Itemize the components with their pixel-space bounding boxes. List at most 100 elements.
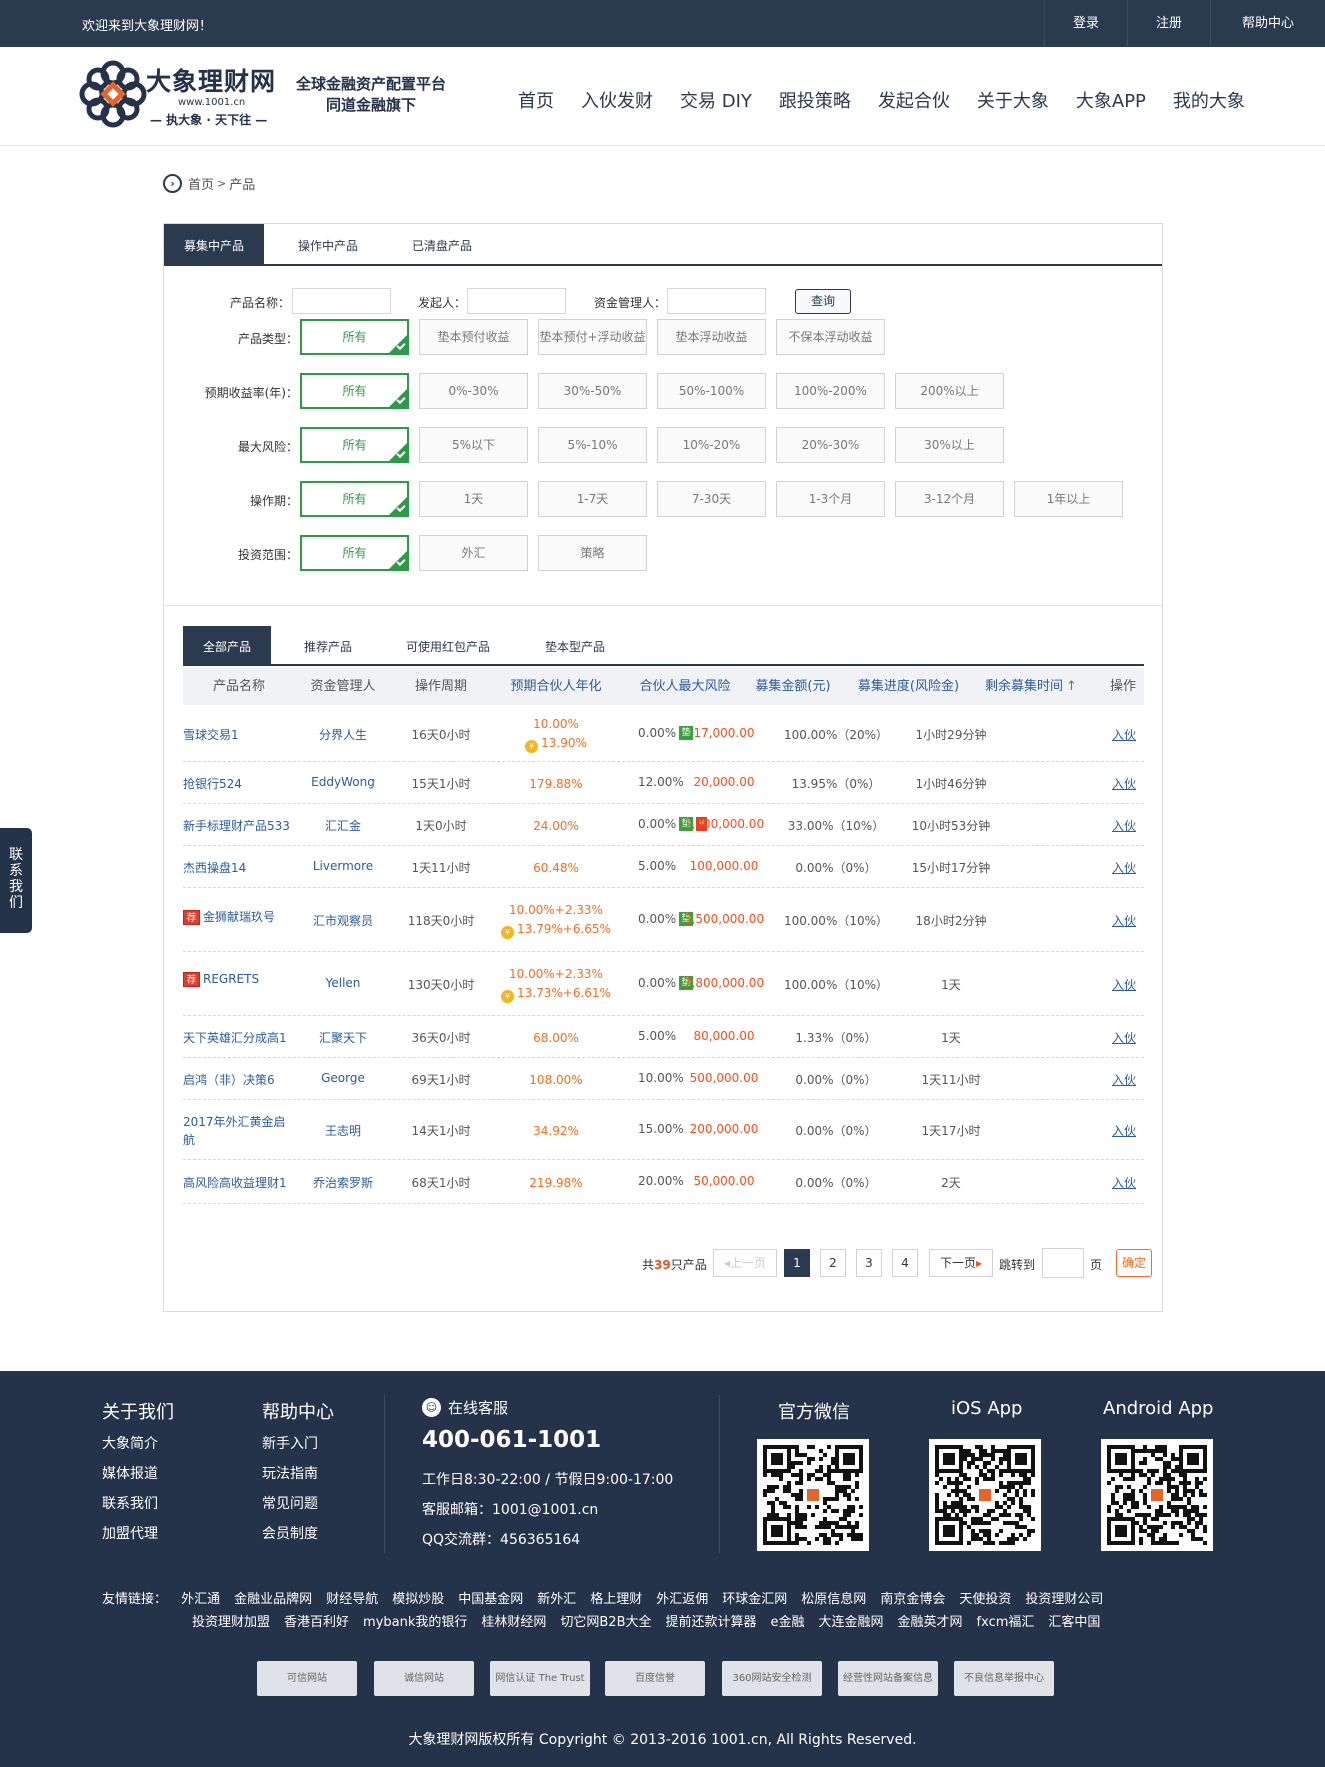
col-risk[interactable]: 合伙人最大风险 bbox=[631, 668, 739, 705]
friend-link[interactable]: 金融业品牌网 bbox=[234, 1592, 312, 1607]
filter-option[interactable]: 1年以上 bbox=[1014, 481, 1123, 517]
footer-about-link[interactable]: 大象简介 bbox=[102, 1433, 158, 1453]
join-link[interactable]: 入伙 bbox=[1112, 817, 1136, 834]
product-name-link[interactable]: 新手标理财产品533 bbox=[183, 817, 290, 834]
online-service[interactable]: ☺ 在线客服 bbox=[422, 1397, 508, 1418]
friend-link[interactable]: 汇客中国 bbox=[1048, 1615, 1100, 1630]
next-page-button[interactable]: 下一页▸ bbox=[929, 1249, 993, 1277]
join-link[interactable]: 入伙 bbox=[1112, 775, 1136, 792]
product-name-link[interactable]: 荐 REGRETS bbox=[183, 972, 259, 987]
nav-about[interactable]: 关于大象 bbox=[977, 87, 1049, 113]
friend-link[interactable]: 财经导航 bbox=[326, 1592, 378, 1607]
join-link[interactable]: 入伙 bbox=[1112, 1071, 1136, 1088]
trust-badge[interactable]: 经营性网站备案信息 bbox=[838, 1661, 938, 1696]
nav-follow-strategy[interactable]: 跟投策略 bbox=[779, 87, 851, 113]
contact-us-sidetab[interactable]: 联系我们 bbox=[0, 828, 32, 933]
manager-link[interactable]: EddyWong bbox=[293, 775, 393, 789]
filter-option[interactable]: 5%-10% bbox=[538, 427, 647, 463]
trust-badge[interactable]: 诚信网站 bbox=[374, 1661, 474, 1696]
footer-about-link[interactable]: 媒体报道 bbox=[102, 1463, 158, 1483]
page-2-button[interactable]: 2 bbox=[820, 1249, 846, 1277]
friend-link[interactable]: fxcm福汇 bbox=[977, 1615, 1035, 1630]
filter-option[interactable]: 5%以下 bbox=[419, 427, 528, 463]
col-rate[interactable]: 预期合伙人年化 bbox=[501, 668, 611, 705]
friend-link[interactable]: 天使投资 bbox=[959, 1592, 1011, 1607]
trust-badge[interactable]: 可信网站 bbox=[257, 1661, 357, 1696]
product-name-link[interactable]: 启鸿（非）决策6 bbox=[183, 1071, 275, 1088]
filter-option[interactable]: 不保本浮动收益 bbox=[776, 319, 885, 355]
friend-link[interactable]: 格上理财 bbox=[590, 1592, 642, 1607]
nav-app[interactable]: 大象APP bbox=[1076, 87, 1146, 113]
friend-link[interactable]: 投资理财公司 bbox=[1025, 1592, 1103, 1607]
tab-red-packet[interactable]: 可使用红包产品 bbox=[406, 626, 490, 664]
friend-link[interactable]: 南京金博会 bbox=[880, 1592, 945, 1607]
filter-option[interactable]: 30%以上 bbox=[895, 427, 1004, 463]
filter-option[interactable]: 1天 bbox=[419, 481, 528, 517]
nav-trade-diy[interactable]: 交易 DIY bbox=[680, 87, 752, 113]
login-link[interactable]: 登录 bbox=[1044, 0, 1127, 47]
tab-raising[interactable]: 募集中产品 bbox=[164, 224, 264, 264]
manager-link[interactable]: 分界人生 bbox=[293, 726, 393, 743]
manager-link[interactable]: 王志明 bbox=[293, 1122, 393, 1139]
trust-badge[interactable]: 不良信息举报中心 bbox=[954, 1661, 1054, 1696]
search-button[interactable]: 查询 bbox=[795, 289, 851, 314]
join-link[interactable]: 入伙 bbox=[1112, 912, 1136, 929]
confirm-jump-button[interactable]: 确定 bbox=[1116, 1249, 1152, 1277]
product-name-link[interactable]: 荐金狮献瑞玖号 bbox=[183, 908, 275, 925]
manager-link[interactable]: 汇聚天下 bbox=[293, 1029, 393, 1046]
help-center-link[interactable]: 帮助中心 bbox=[1210, 0, 1325, 47]
friend-link[interactable]: 大连金融网 bbox=[819, 1615, 884, 1630]
friend-link[interactable]: 金融英才网 bbox=[898, 1615, 963, 1630]
filter-option[interactable]: 3-12个月 bbox=[895, 481, 1004, 517]
join-link[interactable]: 入伙 bbox=[1112, 1174, 1136, 1191]
col-amount[interactable]: 募集金额(元) bbox=[743, 668, 843, 705]
breadcrumb-home[interactable]: 首页 bbox=[188, 174, 214, 193]
trust-badge[interactable]: 360网站安全检测 bbox=[722, 1661, 822, 1696]
friend-link[interactable]: 模拟炒股 bbox=[392, 1592, 444, 1607]
page-1-button[interactable]: 1 bbox=[784, 1249, 810, 1277]
product-name-input[interactable] bbox=[292, 288, 391, 314]
col-remaining[interactable]: 剩余募集时间 ↑ bbox=[976, 668, 1086, 705]
tab-guaranteed[interactable]: 垫本型产品 bbox=[545, 626, 605, 664]
tab-all-products[interactable]: 全部产品 bbox=[183, 626, 271, 664]
trust-badge[interactable]: 百度信誉 bbox=[605, 1661, 705, 1696]
filter-option[interactable]: 外汇 bbox=[419, 535, 528, 571]
join-link[interactable]: 入伙 bbox=[1112, 1029, 1136, 1046]
footer-help-link[interactable]: 会员制度 bbox=[262, 1523, 318, 1543]
manager-input[interactable] bbox=[667, 288, 766, 314]
manager-link[interactable]: 汇市观察员 bbox=[293, 912, 393, 929]
tab-liquidated[interactable]: 已清盘产品 bbox=[412, 224, 472, 264]
filter-option[interactable]: 垫本预付+浮动收益 bbox=[538, 319, 647, 355]
friend-link[interactable]: 切它网B2B大全 bbox=[560, 1615, 651, 1630]
footer-about-link[interactable]: 联系我们 bbox=[102, 1493, 158, 1513]
register-link[interactable]: 注册 bbox=[1127, 0, 1210, 47]
join-link[interactable]: 入伙 bbox=[1112, 726, 1136, 743]
page-4-button[interactable]: 4 bbox=[892, 1249, 918, 1277]
filter-option[interactable]: 垫本预付收益 bbox=[419, 319, 528, 355]
tab-operating[interactable]: 操作中产品 bbox=[298, 224, 358, 264]
nav-my-account[interactable]: 我的大象 bbox=[1173, 87, 1245, 113]
friend-link[interactable]: 提前还款计算器 bbox=[666, 1615, 757, 1630]
product-name-link[interactable]: 天下英雄汇分成高1 bbox=[183, 1029, 287, 1046]
prev-page-button[interactable]: ◂上一页 bbox=[713, 1249, 777, 1277]
filter-option[interactable]: 1-7天 bbox=[538, 481, 647, 517]
filter-option[interactable]: 所有 bbox=[300, 427, 409, 463]
filter-option[interactable]: 100%-200% bbox=[776, 373, 885, 409]
tab-recommended[interactable]: 推荐产品 bbox=[304, 626, 352, 664]
friend-link[interactable]: 中国基金网 bbox=[458, 1592, 523, 1607]
filter-option[interactable]: 0%-30% bbox=[419, 373, 528, 409]
filter-option[interactable]: 所有 bbox=[300, 481, 409, 517]
jump-page-input[interactable] bbox=[1042, 1248, 1084, 1278]
filter-option[interactable]: 所有 bbox=[300, 535, 409, 571]
filter-option[interactable]: 所有 bbox=[300, 319, 409, 355]
friend-link[interactable]: 新外汇 bbox=[537, 1592, 576, 1607]
filter-option[interactable]: 50%-100% bbox=[657, 373, 766, 409]
footer-about-link[interactable]: 加盟代理 bbox=[102, 1523, 158, 1543]
manager-link[interactable]: Livermore bbox=[293, 859, 393, 873]
footer-help-link[interactable]: 常见问题 bbox=[262, 1493, 318, 1513]
col-progress[interactable]: 募集进度(风险金) bbox=[846, 668, 971, 705]
page-3-button[interactable]: 3 bbox=[856, 1249, 882, 1277]
product-name-link[interactable]: 2017年外汇黄金启航 bbox=[183, 1113, 286, 1149]
filter-option[interactable]: 200%以上 bbox=[895, 373, 1004, 409]
trust-badge[interactable]: 网信认证 The Trust bbox=[490, 1661, 590, 1696]
